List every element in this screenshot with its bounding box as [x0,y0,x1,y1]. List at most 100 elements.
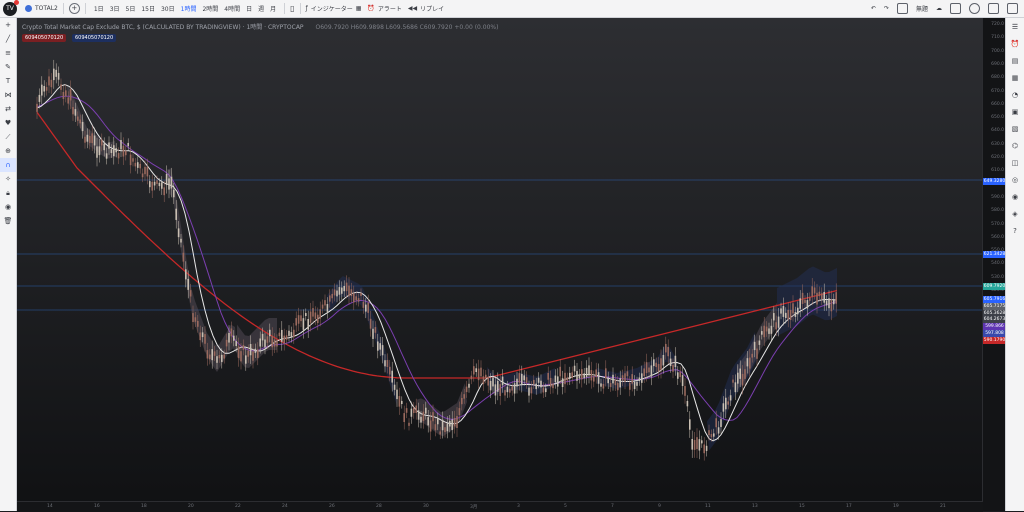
candle-body [451,419,453,430]
ideas-icon[interactable]: ▣ [1006,103,1024,120]
chart-type-icon[interactable]: ▯ [290,4,294,13]
timeframe-button[interactable]: 2時間 [202,6,218,13]
price-axis[interactable]: 720.0 710.0 700.0 690.0 680.0 670.0 660.0 650.0… [982,18,1006,511]
trend-line-icon[interactable]: ╱ [0,32,16,46]
ruler-icon[interactable]: ⟋ [0,130,16,144]
symbol-icon [25,5,32,12]
candle-body [470,375,473,380]
data-window-icon[interactable]: ▤ [1006,52,1024,69]
streams-icon[interactable]: ◎ [1006,171,1024,188]
compare-symbol-icon[interactable]: + [68,3,80,14]
price-label: 605.7175 [983,303,1006,310]
settings-icon[interactable] [969,3,980,14]
candle-body [720,419,722,427]
watchlist-icon[interactable]: ☰ [1006,18,1024,35]
time-axis[interactable]: 14 16 18 20 22 24 26 28 30 3月 3 5 7 9 11 13 15 17 19 21 [17,501,983,512]
candle-body [823,291,825,303]
profile-avatar[interactable]: TV [3,0,19,16]
timeframe-button[interactable]: 3日 [110,6,120,13]
timeframe-button[interactable]: 4時間 [224,6,240,13]
hotlist-icon[interactable]: ▦ [1006,69,1024,86]
stream-icon[interactable]: ◈ [1006,205,1024,222]
candle-body [367,302,369,313]
alert-button[interactable]: ⏰ アラート [367,4,402,13]
timeframe-button[interactable]: 15日 [141,6,155,13]
symbol-search-button[interactable]: TOTAL2 [25,5,58,12]
templates-icon[interactable]: ▦ [356,5,362,12]
candle-body [120,139,122,150]
candle-body [691,438,693,450]
candle-body [775,322,777,330]
candle-body [72,107,74,115]
indicators-icon: ƒ [305,5,308,12]
candle-body [355,296,357,301]
help-icon[interactable]: ? [1006,222,1024,239]
moving-average-slow [36,111,838,379]
text-icon[interactable]: T [0,74,16,88]
candle-body [821,293,823,300]
zoom-in-icon[interactable]: ⊕ [0,144,16,158]
candle-body [309,311,312,323]
right-sidebar: ☰ ⏰ ▤ ▦ ◔ ▣ ▧ ⌬ ◫ ◎ ◉ ◈ ? [1005,18,1024,511]
candle-body [571,372,573,378]
candle-body [804,299,806,303]
candle-body [360,292,362,296]
lock-drawing-icon[interactable]: ✧ [0,172,16,186]
candle-body [453,418,456,427]
candle-body [653,359,655,367]
quick-search-icon[interactable] [950,3,961,14]
chart-pane[interactable]: Crypto Total Market Cap Exclude BTC, $ (… [17,18,1006,511]
timeframe-button[interactable]: 日 [246,6,252,13]
chat-icon[interactable]: ◫ [1006,154,1024,171]
price-chart[interactable] [17,18,1006,511]
icon-tool-icon[interactable]: ♥ [0,116,16,130]
time-tick: 5 [564,504,567,509]
magnet-icon[interactable]: ∩ [0,158,16,172]
timeframe-button[interactable]: 1時間 [181,6,197,13]
cloud-save-icon[interactable]: ☁ [936,5,942,12]
alerts-panel-icon[interactable]: ⏰ [1006,35,1024,52]
candle-body [420,416,422,423]
news-icon[interactable]: ▧ [1006,120,1024,137]
notifications-icon[interactable]: ◉ [1006,188,1024,205]
trash-icon[interactable]: 🗑︎ [0,214,16,228]
brush-icon[interactable]: ✎ [0,60,16,74]
candle-body [158,182,161,187]
candle-body [319,309,321,319]
indicator-chip-blue[interactable]: 609405070120 [72,34,117,42]
candle-body [185,269,187,280]
replay-button[interactable]: ◀◀ リプレイ [408,4,444,13]
redo-icon[interactable]: ↷ [884,5,889,12]
price-label: 604.2673 [983,316,1006,323]
indicator-chip-red[interactable]: 609405070120 [22,34,67,42]
hide-drawings-icon[interactable]: ◉ [0,200,16,214]
price-tick: 530.0 [991,274,1004,280]
layout-name[interactable]: 無題 [916,4,928,13]
lock-icon[interactable]: 🔒︎ [0,186,16,200]
crosshair-icon[interactable]: + [0,18,16,32]
timeframe-button[interactable]: 月 [270,6,276,13]
candle-body [725,397,727,410]
camera-icon[interactable] [1007,3,1018,14]
timeframe-button[interactable]: 週 [258,6,264,13]
candle-body [602,383,605,389]
fullscreen-icon[interactable] [988,3,999,14]
pine-editor-icon[interactable]: ⌬ [1006,137,1024,154]
candle-body [734,382,737,393]
undo-icon[interactable]: ↶ [871,5,876,12]
pattern-icon[interactable]: ⋈ [0,88,16,102]
indicators-button[interactable]: ƒ インジケーター ▦ [306,4,362,13]
forecast-icon[interactable]: ⇄ [0,102,16,116]
candle-body [458,408,461,416]
layout-icon[interactable] [896,3,908,14]
candle-body [569,372,571,379]
timeframe-button[interactable]: 1日 [94,6,104,13]
fib-retracement-icon[interactable]: ≡ [0,46,16,60]
candle-body [67,97,69,104]
candle-body [216,356,218,363]
calendar-icon[interactable]: ◔ [1006,86,1024,103]
timeframe-button[interactable]: 30日 [161,6,175,13]
candle-body [655,362,657,368]
candle-body [773,313,775,321]
timeframe-button[interactable]: 5日 [126,6,136,13]
